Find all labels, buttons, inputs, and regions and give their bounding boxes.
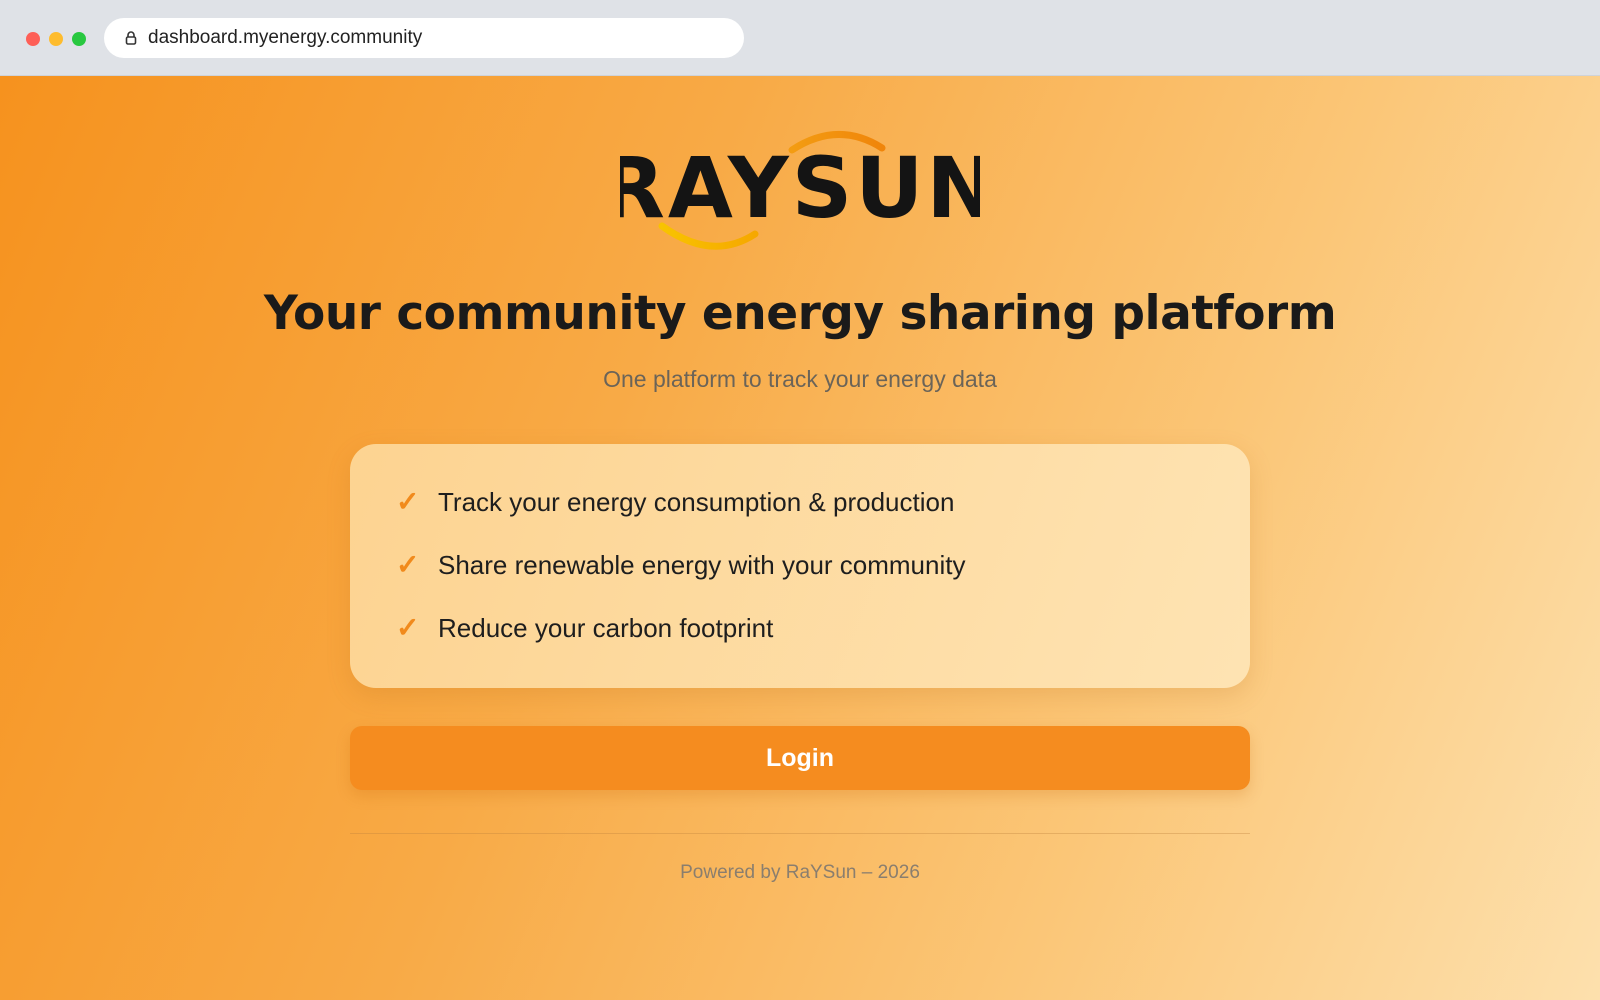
logo-wordmark: RAYSUN xyxy=(620,139,980,237)
footer-text: Powered by RaYSun – 2026 xyxy=(680,862,920,883)
feature-item: ✓ Reduce your carbon footprint xyxy=(396,612,1250,644)
check-icon: ✓ xyxy=(396,486,420,517)
raysun-logo: RAYSUN xyxy=(600,122,997,252)
url-text: dashboard.myenergy.community xyxy=(148,27,423,48)
page-title: Your community energy sharing platform xyxy=(263,286,1337,341)
login-button[interactable]: Login xyxy=(350,726,1250,790)
minimize-window-button[interactable] xyxy=(49,32,63,46)
feature-text: Reduce your carbon footprint xyxy=(438,612,774,643)
check-icon: ✓ xyxy=(396,612,420,643)
feature-text: Track your energy consumption & producti… xyxy=(438,486,955,517)
address-bar[interactable]: dashboard.myenergy.community xyxy=(104,18,744,58)
check-icon: ✓ xyxy=(396,549,420,580)
divider xyxy=(350,833,1250,834)
browser-toolbar: dashboard.myenergy.community xyxy=(0,0,1600,76)
lock-icon xyxy=(124,30,138,46)
feature-item: ✓ Track your energy consumption & produc… xyxy=(396,486,1250,518)
close-window-button[interactable] xyxy=(26,32,40,46)
feature-item: ✓ Share renewable energy with your commu… xyxy=(396,549,1250,581)
maximize-window-button[interactable] xyxy=(72,32,86,46)
page-subtitle: One platform to track your energy data xyxy=(603,366,997,392)
landing-page: RAYSUN Your community energy sharing pla… xyxy=(0,76,1600,1000)
feature-list: ✓ Track your energy consumption & produc… xyxy=(350,444,1250,688)
feature-text: Share renewable energy with your communi… xyxy=(438,549,966,580)
